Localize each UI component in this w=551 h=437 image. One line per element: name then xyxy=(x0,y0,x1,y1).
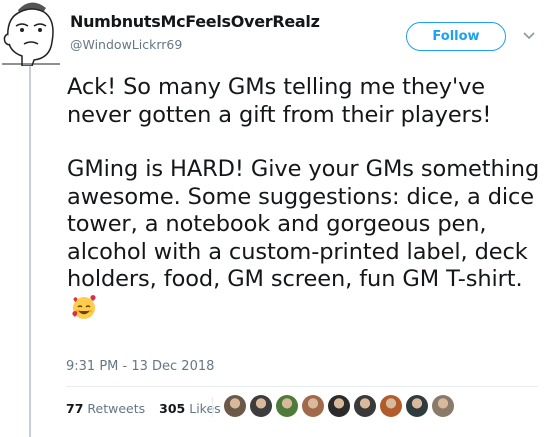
liker-avatar-7[interactable] xyxy=(380,395,402,417)
liker-avatar-1[interactable] xyxy=(224,395,246,417)
tweet-paragraph-2-text: GMing is HARD! Give your GMs something a… xyxy=(67,156,540,292)
smiling-face-with-hearts-icon xyxy=(72,294,96,319)
display-name[interactable]: NumbnutsMcFeelsOverRealz xyxy=(70,12,320,31)
retweets-label: Retweets xyxy=(87,401,146,416)
user-handle[interactable]: @WindowLickrr69 xyxy=(70,37,182,52)
liker-avatar-4[interactable] xyxy=(302,395,324,417)
tweet-stats: 77 Retweets 305 Likes xyxy=(66,401,221,416)
retweets-count: 77 xyxy=(66,401,84,416)
stats-separator xyxy=(212,397,213,417)
divider xyxy=(66,386,538,387)
retweets-stat[interactable]: 77 Retweets xyxy=(66,401,145,416)
profile-avatar[interactable] xyxy=(2,0,60,66)
liker-avatar-8[interactable] xyxy=(406,395,428,417)
liker-avatar-3[interactable] xyxy=(276,395,298,417)
liker-avatars xyxy=(224,395,458,417)
thread-line xyxy=(29,64,31,437)
tweet-paragraph-2: GMing is HARD! Give your GMs something a… xyxy=(67,156,543,322)
follow-button[interactable]: Follow xyxy=(406,22,506,51)
likes-count: 305 xyxy=(159,401,186,416)
tweet-timestamp[interactable]: 9:31 PM - 13 Dec 2018 xyxy=(66,359,214,374)
tweet-paragraph-1: Ack! So many GMs telling me they've neve… xyxy=(67,74,492,128)
liker-avatar-2[interactable] xyxy=(250,395,272,417)
tweet-text: Ack! So many GMs telling me they've neve… xyxy=(67,74,543,322)
liker-avatar-6[interactable] xyxy=(354,395,376,417)
liker-avatar-5[interactable] xyxy=(328,395,350,417)
likes-label: Likes xyxy=(189,401,221,416)
chevron-down-icon[interactable] xyxy=(522,29,536,43)
liker-avatar-9[interactable] xyxy=(432,395,454,417)
